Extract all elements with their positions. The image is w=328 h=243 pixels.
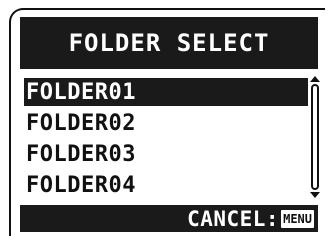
scroll-track[interactable] [311, 84, 319, 190]
folder-list: FOLDER01 FOLDER02 FOLDER03 FOLDER04 [24, 78, 308, 202]
list-item-folder03[interactable]: FOLDER03 [24, 140, 308, 168]
list-item-label: FOLDER03 [26, 141, 136, 167]
list-item-label: FOLDER01 [26, 79, 136, 105]
list-item-label: FOLDER02 [26, 110, 136, 136]
list-item-folder04[interactable]: FOLDER04 [24, 171, 308, 199]
list-item-label: FOLDER04 [26, 172, 136, 198]
menu-key-badge: MENU [281, 209, 314, 228]
scroll-up-arrow-icon[interactable] [310, 76, 320, 82]
title-bar: FOLDER SELECT [20, 17, 318, 69]
list-item-folder02[interactable]: FOLDER02 [24, 109, 308, 137]
footer-bar: CANCEL: MENU [20, 205, 318, 232]
scroll-down-arrow-icon[interactable] [310, 192, 320, 198]
scrollbar[interactable] [310, 76, 320, 198]
list-item-folder01[interactable]: FOLDER01 [24, 78, 308, 106]
page-title: FOLDER SELECT [68, 29, 270, 57]
cancel-button[interactable]: CANCEL: [187, 207, 279, 231]
